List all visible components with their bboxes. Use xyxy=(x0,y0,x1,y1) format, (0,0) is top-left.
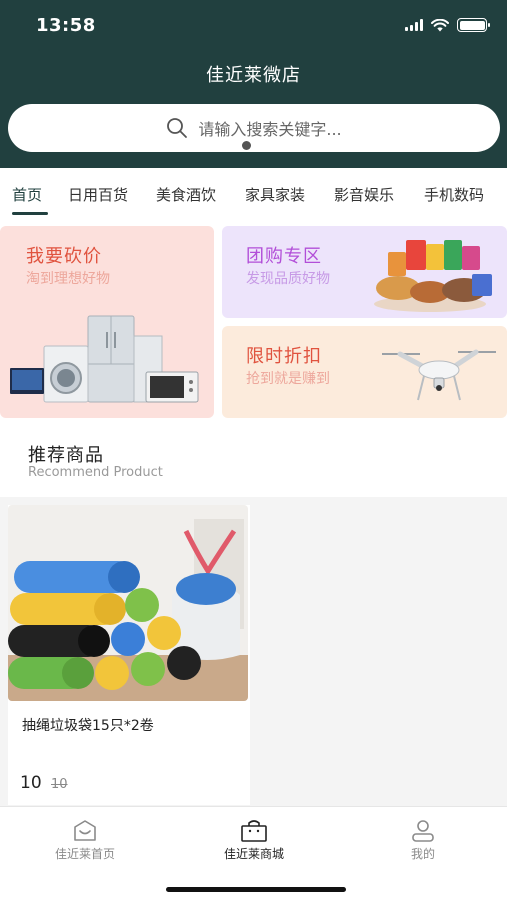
shopping-bag-icon xyxy=(241,820,267,842)
group-buy-title: 团购专区 xyxy=(246,246,322,267)
product-price: 10 xyxy=(20,773,42,793)
category-tabs: 首页 日用百货 美食酒饮 家具家装 影音娱乐 手机数码 xyxy=(0,168,507,222)
recommend-title: 推荐商品 xyxy=(28,445,104,466)
flash-sale-title: 限时折扣 xyxy=(246,346,322,367)
search-placeholder: 请输入搜索关键字... xyxy=(198,120,342,139)
home-icon xyxy=(74,820,96,841)
flash-sale-subtitle: 抢到就是赚到 xyxy=(246,371,330,387)
nav-mall[interactable]: 佳近莱商城 xyxy=(194,819,314,862)
promo-section: 我要砍价 淘到理想好物 团购专区 发现品质好物 限时折扣 抢到就是赚到 xyxy=(0,222,507,427)
home-indicator xyxy=(166,887,346,892)
bargain-title: 我要砍价 xyxy=(26,246,102,267)
app-header: 13:58 佳近莱微店 请输入搜索关键字... xyxy=(0,0,507,168)
tab-digital[interactable]: 手机数码 xyxy=(424,184,484,205)
tab-entertainment[interactable]: 影音娱乐 xyxy=(334,184,394,205)
nav-profile[interactable]: 我的 xyxy=(363,819,483,862)
nav-mall-label: 佳近莱商城 xyxy=(223,847,284,861)
flash-sale-card[interactable]: 限时折扣 抢到就是赚到 xyxy=(222,326,507,418)
tab-daily-goods[interactable]: 日用百货 xyxy=(68,184,128,205)
search-icon xyxy=(167,118,188,138)
nav-home[interactable]: 佳近莱首页 xyxy=(25,819,145,862)
nav-profile-label: 我的 xyxy=(410,847,435,861)
status-bar: 13:58 xyxy=(0,0,507,50)
snacks-image xyxy=(374,240,492,312)
recommend-subtitle: Recommend Product xyxy=(28,465,163,480)
product-name: 抽绳垃圾袋15只*2卷 xyxy=(22,718,154,734)
product-card[interactable]: 抽绳垃圾袋15只*2卷 10 10 xyxy=(8,505,250,805)
tab-furniture[interactable]: 家具家装 xyxy=(245,184,305,205)
carousel-indicator xyxy=(242,141,251,150)
nav-home-label: 佳近莱首页 xyxy=(54,847,115,861)
bargain-card[interactable]: 我要砍价 淘到理想好物 xyxy=(0,226,214,418)
status-time: 13:58 xyxy=(36,15,96,36)
active-tab-indicator xyxy=(12,212,48,215)
cellular-signal-icon xyxy=(405,19,423,31)
product-original-price: 10 xyxy=(51,777,68,792)
app-title: 佳近莱微店 xyxy=(206,65,301,86)
bottom-navigation: 佳近莱首页 佳近莱商城 我的 xyxy=(0,806,507,900)
bargain-subtitle: 淘到理想好物 xyxy=(26,271,110,287)
battery-icon xyxy=(457,18,490,32)
user-icon xyxy=(412,820,434,842)
wifi-icon xyxy=(431,18,449,31)
home-appliances-image xyxy=(10,315,199,403)
tab-home[interactable]: 首页 xyxy=(12,184,42,205)
group-buy-card[interactable]: 团购专区 发现品质好物 xyxy=(222,226,507,318)
drone-image xyxy=(382,349,496,401)
product-image xyxy=(8,505,248,701)
recommend-header: 推荐商品 Recommend Product xyxy=(0,427,507,497)
tab-food-drinks[interactable]: 美食酒饮 xyxy=(156,184,216,205)
search-input[interactable]: 请输入搜索关键字... xyxy=(8,104,500,152)
group-buy-subtitle: 发现品质好物 xyxy=(246,271,330,287)
status-icons xyxy=(405,18,490,32)
